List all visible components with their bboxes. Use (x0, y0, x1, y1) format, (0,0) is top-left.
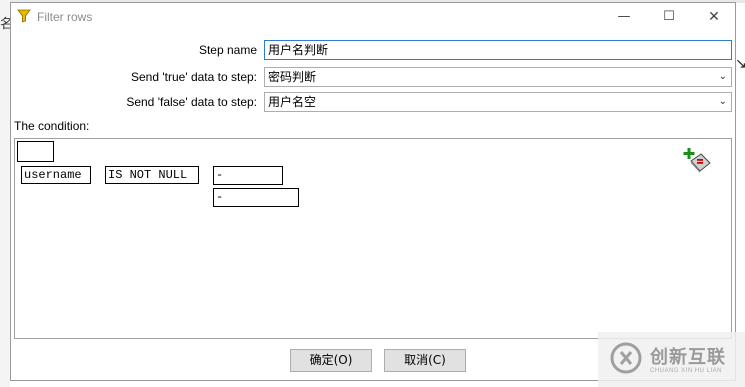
condition-value-box[interactable]: - (213, 166, 283, 185)
false-step-value: 用户名空 (268, 95, 317, 109)
condition-value: - (216, 168, 224, 182)
true-step-value: 密码判断 (268, 70, 317, 84)
watermark-text: 创新互联 (650, 347, 726, 368)
filter-icon (17, 9, 31, 23)
chevron-down-icon: ⌄ (718, 96, 727, 107)
condition-operator: IS NOT NULL (108, 168, 188, 182)
negate-box[interactable] (17, 141, 54, 162)
maximize-button[interactable]: ☐ (654, 7, 684, 27)
condition-exact-value-box[interactable]: - (213, 188, 299, 207)
step-name-value: 用户名判断 (268, 43, 329, 57)
filter-rows-dialog: Filter rows — ☐ ✕ Step name 用户名判断 Send '… (10, 2, 736, 381)
condition-label: The condition: (14, 119, 90, 133)
true-step-label: Send 'true' data to step: (131, 70, 257, 84)
minimize-button[interactable]: — (609, 7, 639, 27)
step-name-input[interactable]: 用户名判断 (264, 40, 732, 60)
background-app-edge (0, 0, 10, 387)
cancel-button[interactable]: 取消(C) (384, 349, 466, 372)
step-name-label: Step name (198, 43, 257, 57)
true-step-select[interactable]: 密码判断 ⌄ (264, 67, 732, 87)
title-bar[interactable]: Filter rows — ☐ ✕ (11, 3, 735, 31)
window-title: Filter rows (37, 10, 93, 24)
ok-button[interactable]: 确定(O) (290, 349, 372, 372)
condition-editor[interactable]: username IS NOT NULL - - (14, 138, 732, 339)
condition-operator-box[interactable]: IS NOT NULL (105, 166, 199, 184)
condition-field-box[interactable]: username (21, 166, 91, 184)
background-canvas-arrow: ↘ (735, 55, 745, 71)
add-condition-icon[interactable] (683, 147, 713, 177)
watermark-subtext: CHUANG XIN HU LIAN (650, 368, 723, 374)
false-step-select[interactable]: 用户名空 ⌄ (264, 92, 732, 112)
false-step-label: Send 'false' data to step: (126, 95, 257, 109)
condition-field: username (24, 168, 82, 182)
watermark: 创新互联 CHUANG XIN HU LIAN (598, 332, 745, 387)
chevron-down-icon: ⌄ (718, 71, 727, 82)
watermark-logo-icon (610, 342, 642, 374)
condition-exact-value: - (216, 190, 224, 204)
close-button[interactable]: ✕ (699, 7, 729, 27)
